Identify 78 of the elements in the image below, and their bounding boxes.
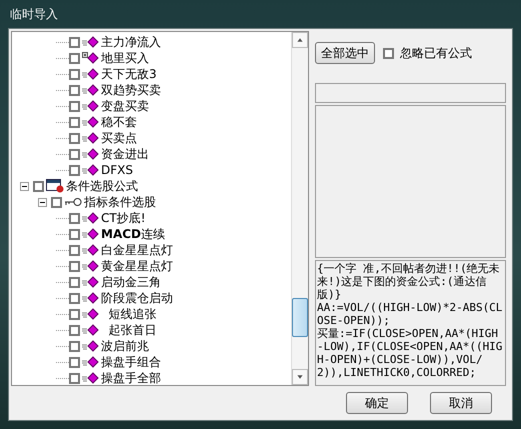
tree-item[interactable]: 波启前兆: [101, 338, 149, 354]
tree-item[interactable]: 白金星星点灯: [101, 242, 173, 258]
collapse-icon[interactable]: [38, 198, 47, 206]
key-icon: [64, 197, 82, 207]
formula-text: {一个字 准,不回帖者勿进!!(绝无未来!)这是下图的资金公式:(通达信版)} AA:=VOL/((HIGH-LOW)*2-ABS(CLOSE-OPEN)); 买量:=IF(CLOSE>OPEN,AA*(HIGH-LOW),IF(CLOSE<OPEN,AA*((HIGH-OPEN)+(CLOSE-LOW)),VOL/2)),LINETHICK0,COLORRED;: [315, 260, 506, 386]
checkbox[interactable]: [69, 228, 80, 240]
scroll-thumb[interactable]: [292, 298, 308, 337]
checkbox[interactable]: [69, 132, 80, 144]
formula-icon: [82, 84, 99, 96]
collapse-icon[interactable]: [20, 182, 29, 190]
formula-icon: [82, 228, 99, 240]
formula-icon: [82, 100, 99, 112]
formula-icon: [82, 356, 99, 368]
input-field[interactable]: [315, 83, 506, 103]
checkbox[interactable]: [69, 292, 80, 304]
checkbox[interactable]: [69, 100, 80, 112]
formula-icon: [82, 148, 99, 160]
tree-item[interactable]: MACD连续: [101, 226, 165, 242]
checkbox[interactable]: [69, 308, 80, 320]
formula-icon: [82, 292, 99, 304]
checkbox[interactable]: [69, 116, 80, 128]
tree-item[interactable]: DFXS: [101, 163, 133, 177]
ok-button[interactable]: 确定: [346, 392, 408, 414]
tree-item[interactable]: 操盘手组合: [101, 354, 161, 370]
ignore-existing-checkbox[interactable]: 忽略已有公式: [383, 44, 472, 62]
checkbox[interactable]: [69, 36, 80, 48]
formula-icon: [82, 36, 99, 48]
checkbox[interactable]: [69, 84, 80, 96]
checkbox[interactable]: [69, 68, 80, 80]
checkbox[interactable]: [51, 196, 62, 208]
tree-item[interactable]: 条件选股公式: [66, 178, 138, 194]
tree-item[interactable]: 阶段震仓启动: [101, 290, 173, 306]
formula-icon: [82, 132, 99, 144]
formula-icon: [82, 260, 99, 272]
formula-icon: [82, 340, 99, 352]
scrollbar[interactable]: [291, 32, 308, 385]
tree-item[interactable]: 主力净流入: [101, 34, 161, 50]
tree-item[interactable]: 双趋势买卖: [101, 82, 161, 98]
tree-item[interactable]: 短线追张: [101, 306, 157, 322]
tree-item[interactable]: 启动金三角: [101, 274, 161, 290]
tree-item[interactable]: 稳不套: [101, 114, 137, 130]
cancel-button[interactable]: 取消: [430, 392, 492, 414]
tree-item[interactable]: CT抄底!: [101, 210, 146, 226]
tree-item[interactable]: 地里买入: [101, 50, 149, 66]
checkbox[interactable]: [69, 148, 80, 160]
scroll-up-icon[interactable]: [292, 32, 308, 48]
tree-item[interactable]: 起张首日: [101, 322, 157, 338]
checkbox[interactable]: [33, 180, 44, 192]
scroll-down-icon[interactable]: [292, 369, 308, 385]
formula-icon: [82, 116, 99, 128]
formula-icon: [82, 212, 99, 224]
tree-item[interactable]: 天下无敌3: [101, 66, 157, 82]
window-title: 临时导入: [9, 6, 58, 22]
formula-icon: [82, 276, 99, 288]
formula-icon: [82, 244, 99, 256]
tree-item[interactable]: 黄金星星点灯: [101, 258, 173, 274]
tree-item[interactable]: 指标条件选股: [84, 194, 156, 210]
formula-icon: [82, 308, 99, 320]
checkbox[interactable]: [69, 212, 80, 224]
formula-icon: [82, 164, 99, 176]
checkbox[interactable]: [69, 244, 80, 256]
checkbox[interactable]: [69, 276, 80, 288]
checkbox[interactable]: [69, 372, 80, 384]
locked-formula-icon: [82, 52, 99, 64]
tree-item[interactable]: 变盘买卖: [101, 98, 149, 114]
checkbox[interactable]: [69, 340, 80, 352]
checkbox[interactable]: [69, 164, 80, 176]
tree-item[interactable]: 买卖点: [101, 130, 137, 146]
checkbox[interactable]: [69, 324, 80, 336]
checkbox[interactable]: [69, 356, 80, 368]
formula-icon: [82, 68, 99, 80]
checkbox[interactable]: [69, 52, 80, 64]
tree-item[interactable]: 操盘手全部: [101, 370, 161, 385]
select-all-button[interactable]: 全部选中: [315, 42, 375, 64]
window-icon: [46, 179, 64, 193]
formula-icon: [82, 324, 99, 336]
tree-item[interactable]: 资金进出: [101, 146, 149, 162]
checkbox[interactable]: [69, 260, 80, 272]
